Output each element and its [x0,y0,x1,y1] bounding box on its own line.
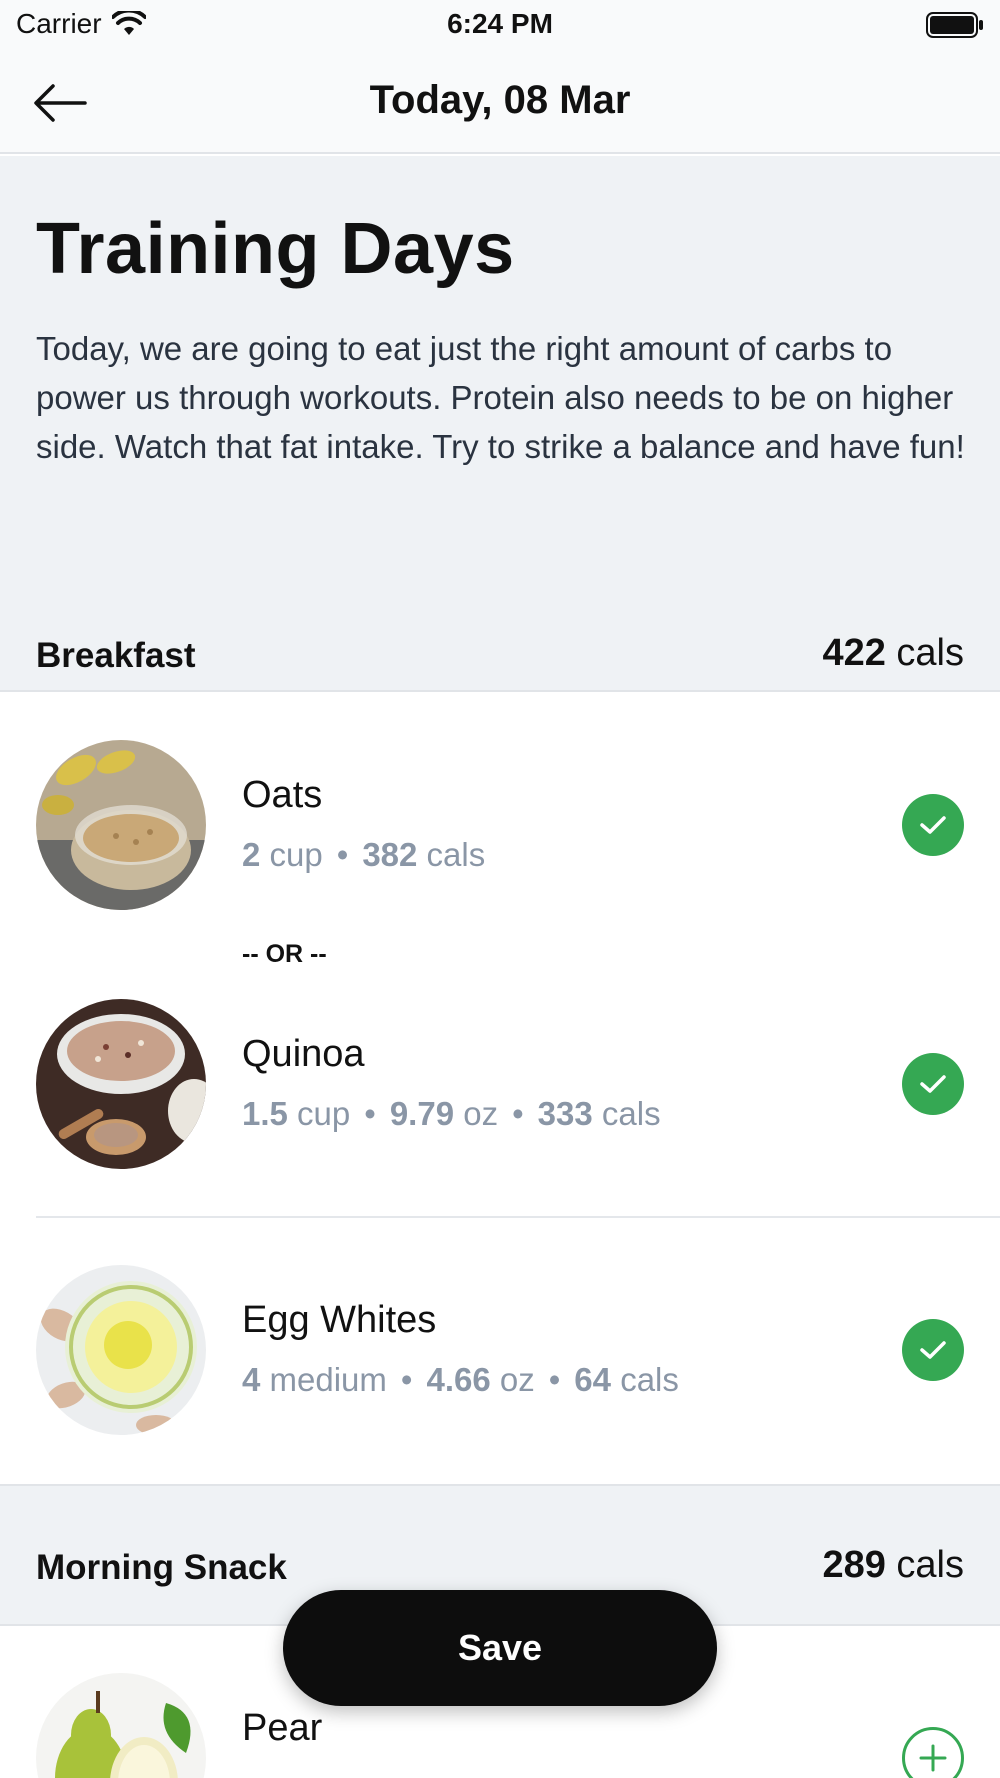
section-calories-value: 289 [822,1544,886,1586]
pear-thumbnail [36,1673,206,1778]
section-calories-unit: cals [896,632,964,674]
food-cal-unit: cals [620,1361,679,1398]
food-weight-unit: oz [499,1361,535,1398]
egg-whites-check-button[interactable] [902,1319,964,1381]
pear-add-button[interactable] [902,1727,964,1778]
food-cal-unit: cals [601,1095,661,1132]
food-qty-unit: medium [269,1361,387,1398]
status-bar: Carrier 6:24 PM [0,0,1000,52]
section-calories: 422 cals [822,632,964,675]
food-name: Egg Whites [242,1299,437,1341]
check-icon [920,1341,946,1359]
egg-whites-thumbnail [36,1265,206,1435]
food-qty-value: 1.5 [242,1095,288,1132]
food-meta: 4 medium • 4.66 oz • 64 cals [242,1361,679,1398]
battery-icon [926,12,983,38]
section-calories: 289 cals [822,1544,964,1587]
plan-description: Today, we are going to eat just the righ… [36,330,965,465]
food-weight-value: 4.66 [426,1361,491,1398]
food-cal-value: 382 [362,836,418,873]
food-name: Pear [242,1707,323,1749]
food-qty-unit: cup [297,1095,351,1132]
status-time: 6:24 PM [447,8,553,39]
quinoa-thumbnail [36,999,206,1169]
section-calories-value: 422 [822,632,886,674]
food-name: Oats [242,774,323,816]
or-separator: -- OR -- [242,940,327,968]
oats-thumbnail [36,740,206,910]
section-calories-unit: cals [896,1544,964,1586]
food-name: Quinoa [242,1033,365,1075]
food-weight-unit: oz [463,1095,499,1132]
section-title: Morning Snack [36,1548,287,1587]
nav-bar: Today, 08 Mar [0,52,1000,154]
item-divider [36,1216,1000,1218]
food-weight-value: 9.79 [389,1095,455,1132]
food-qty-value: 4 [242,1361,261,1398]
section-title: Breakfast [36,636,196,675]
food-item-egg-whites[interactable]: Egg Whites 4 medium • 4.66 oz • 64 cals [0,1265,1000,1435]
food-meta: 1.5 cup • 9.79 oz • 333 cals [242,1095,661,1132]
plan-heading: Training Days [36,209,515,289]
check-icon [920,816,946,834]
food-meta: 2 cup • 382 cals [242,836,486,873]
food-qty-value: 2 [242,836,261,873]
check-icon [920,1075,946,1093]
section-header-breakfast: Breakfast 422 cals [0,580,1000,692]
food-cal-value: 333 [537,1095,593,1132]
oats-check-button[interactable] [902,794,964,856]
food-cal-unit: cals [426,836,486,873]
food-qty-unit: cup [269,836,323,873]
food-item-quinoa[interactable]: Quinoa 1.5 cup • 9.79 oz • 333 cals [0,999,1000,1169]
food-cal-value: 64 [574,1361,612,1398]
save-button[interactable]: Save [283,1590,717,1706]
quinoa-check-button[interactable] [902,1053,964,1115]
page-title: Today, 08 Mar [369,78,631,122]
food-item-oats[interactable]: Oats 2 cup • 382 cals [0,740,1000,910]
plus-icon [919,1744,947,1772]
